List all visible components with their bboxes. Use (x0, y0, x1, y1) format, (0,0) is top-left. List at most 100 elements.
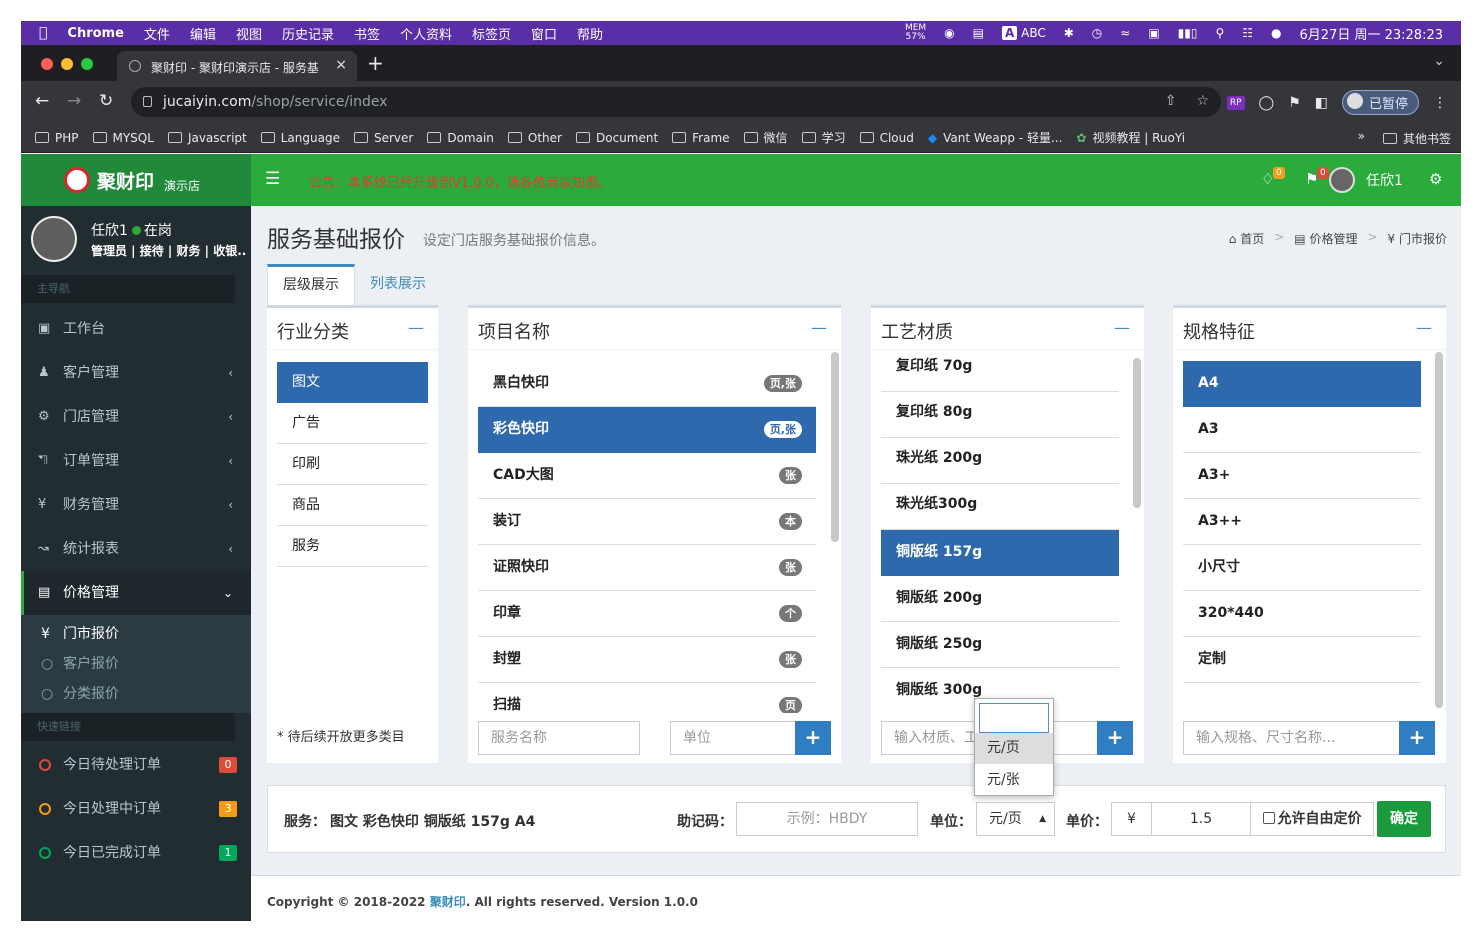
menu-bookmarks[interactable]: 书签 (354, 24, 380, 43)
add-project-button[interactable]: + (795, 721, 831, 755)
bookmark-link[interactable]: ✿ 视频教程 | RuoYi (1076, 129, 1185, 146)
collapse-minus-icon[interactable]: — (1416, 318, 1432, 337)
spec-item[interactable]: A3 (1183, 407, 1421, 453)
material-item[interactable]: 复印纸 80g (881, 392, 1119, 438)
material-item[interactable]: 珠光纸300g (881, 484, 1119, 530)
share-icon[interactable]: ⇧ (1165, 93, 1177, 109)
control-center-icon[interactable]: ☷ (1242, 26, 1253, 40)
bookmark-folder[interactable]: Other (507, 131, 562, 145)
quick-link-processing[interactable]: 今日处理中订单 3 (21, 787, 251, 831)
sidebar-item-stores[interactable]: ⚙ 门店管理 ‹ (21, 395, 251, 439)
bookmark-folder[interactable]: 微信 (743, 129, 788, 146)
free-price-checkbox[interactable]: 允许自由定价 (1250, 802, 1374, 836)
spec-item[interactable]: A4 (1183, 361, 1421, 407)
menu-edit[interactable]: 编辑 (190, 24, 216, 43)
spec-item[interactable]: 定制 (1183, 637, 1421, 683)
extension-rp-icon[interactable]: RP (1226, 95, 1245, 110)
memory-indicator[interactable]: MEM 57% (905, 24, 926, 42)
sidebar-item-workbench[interactable]: ▣ 工作台 (21, 307, 251, 351)
industry-item[interactable]: 图文 (277, 362, 428, 403)
material-item[interactable]: 铜版纸 200g (881, 576, 1119, 622)
image-icon[interactable]: ▣ (1148, 26, 1159, 40)
industry-item[interactable]: 广告 (277, 403, 428, 444)
bookmark-folder[interactable]: Javascript (167, 131, 247, 145)
dropdown-search-input[interactable] (979, 703, 1049, 733)
input-method[interactable]: A ABC (1001, 26, 1046, 40)
bookmark-folder[interactable]: Document (575, 131, 658, 145)
mnemonic-input[interactable]: 示例：HBDY (736, 802, 918, 836)
collapse-minus-icon[interactable]: — (408, 318, 424, 337)
spec-item[interactable]: A3++ (1183, 499, 1421, 545)
back-icon[interactable]: ← (35, 91, 49, 111)
close-tab-icon[interactable]: × (335, 57, 347, 73)
project-item[interactable]: 印章 个 (478, 591, 816, 637)
minimize-window-button[interactable] (61, 58, 73, 70)
bookmark-star-icon[interactable]: ☆ (1196, 93, 1209, 109)
project-item[interactable]: 黑白快印 页,张 (478, 361, 816, 407)
project-item[interactable]: 证照快印 张 (478, 545, 816, 591)
confirm-button[interactable]: 确定 (1377, 801, 1431, 837)
unit-select[interactable]: 元/页 ▲ (976, 802, 1055, 836)
tab-hierarchy[interactable]: 层级展示 (267, 264, 355, 306)
siri-icon[interactable]: ● (1271, 26, 1281, 40)
forward-icon[interactable]: → (67, 91, 81, 111)
add-material-button[interactable]: + (1097, 721, 1133, 755)
shield-icon[interactable]: ◯ (1259, 95, 1275, 111)
wechat-icon[interactable]: ◉ (944, 26, 954, 40)
bookmark-folder[interactable]: Domain (427, 131, 494, 145)
new-tab-button[interactable]: + (367, 51, 384, 75)
browser-tab[interactable]: 聚财印 - 聚财印演示店 - 服务基 × (117, 51, 357, 81)
submenu-category-price[interactable]: ○ 分类报价 (21, 679, 251, 713)
logo[interactable]: 聚财印 演示店 (21, 154, 251, 206)
clock-icon[interactable]: ◷ (1092, 26, 1102, 40)
breadcrumb-pricing[interactable]: ▤ 价格管理 (1294, 230, 1357, 247)
kebab-menu-icon[interactable]: ⋮ (1433, 95, 1447, 111)
tab-search-chevron-icon[interactable]: ⌄ (1433, 53, 1445, 69)
menu-profiles[interactable]: 个人资料 (400, 24, 452, 43)
industry-item[interactable]: 印刷 (277, 444, 428, 485)
menu-help[interactable]: 帮助 (577, 24, 603, 43)
project-item[interactable]: 封塑 张 (478, 637, 816, 683)
wifi-icon[interactable]: ≈ (1120, 26, 1130, 40)
project-item[interactable]: CAD大图 张 (478, 453, 816, 499)
spec-input[interactable]: 输入规格、尺寸名称... (1183, 721, 1401, 755)
submenu-store-price[interactable]: ¥ 门市报价 (21, 615, 251, 649)
project-item[interactable]: 装订 本 (478, 499, 816, 545)
add-spec-button[interactable]: + (1399, 721, 1435, 755)
spec-item[interactable]: A3+ (1183, 453, 1421, 499)
breadcrumb-home[interactable]: ⌂ 首页 (1229, 230, 1264, 247)
reload-icon[interactable]: ↻ (99, 91, 113, 111)
more-bookmarks-button[interactable]: » (1358, 129, 1365, 143)
tab-list[interactable]: 列表展示 (355, 264, 441, 306)
sidebar-item-pricing[interactable]: ▤ 价格管理 ⌄ (21, 571, 251, 615)
bookmark-link[interactable]: ◆ Vant Weapp - 轻量... (928, 129, 1063, 146)
material-item[interactable]: 铜版纸 250g (881, 622, 1119, 668)
submenu-customer-price[interactable]: ○ 客户报价 (21, 649, 251, 679)
sidebar-item-finance[interactable]: ¥ 财务管理 ‹ (21, 483, 251, 527)
bookmark-folder[interactable]: MYSQL (92, 131, 154, 145)
quick-link-completed[interactable]: 今日已完成订单 1 (21, 831, 251, 875)
other-bookmarks-folder[interactable]: 其他书签 (1382, 130, 1451, 147)
bookmark-folder[interactable]: 学习 (801, 129, 846, 146)
sidebar-item-reports[interactable]: ↝ 统计报表 ‹ (21, 527, 251, 571)
side-panel-icon[interactable]: ◧ (1315, 95, 1328, 111)
menu-window[interactable]: 窗口 (531, 24, 557, 43)
battery-icon[interactable]: ▮▮▯ (1178, 26, 1198, 40)
price-input[interactable]: 1.5 (1151, 802, 1251, 836)
bookmark-folder[interactable]: Cloud (859, 131, 914, 145)
project-scrollbar[interactable] (831, 352, 839, 542)
spec-item[interactable]: 320*440 (1183, 591, 1421, 637)
menu-view[interactable]: 视图 (236, 24, 262, 43)
menu-history[interactable]: 历史记录 (282, 24, 334, 43)
extensions-icon[interactable]: ⚑ (1288, 95, 1301, 111)
material-item[interactable]: 复印纸 70g (881, 346, 1119, 392)
menu-tabs[interactable]: 标签页 (472, 24, 511, 43)
quick-link-pending[interactable]: 今日待处理订单 0 (21, 743, 251, 787)
dropdown-option[interactable]: 元/页 (975, 733, 1053, 764)
menu-app-name[interactable]: Chrome (67, 26, 124, 41)
close-window-button[interactable] (41, 58, 53, 70)
spec-scrollbar[interactable] (1435, 352, 1443, 708)
bed-icon[interactable]: ▤ (973, 26, 984, 40)
menu-file[interactable]: 文件 (144, 24, 170, 43)
profile-paused-button[interactable]: 已暂停 (1341, 90, 1419, 115)
